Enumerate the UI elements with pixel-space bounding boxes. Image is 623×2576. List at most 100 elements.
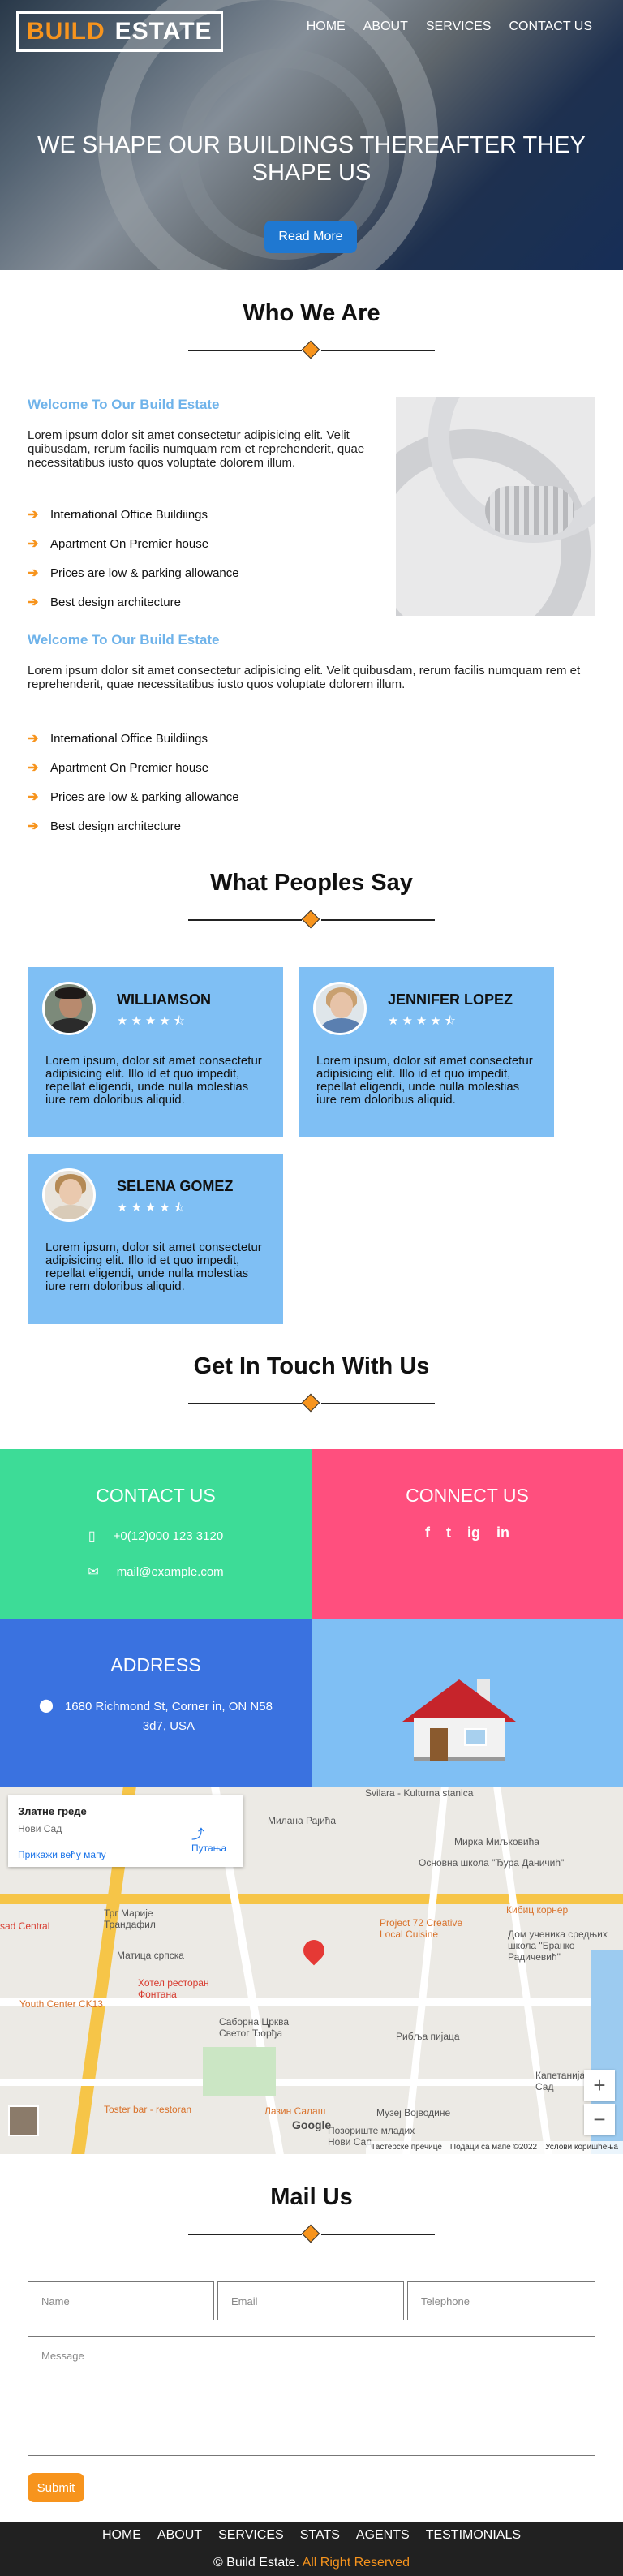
map-label: Музеј Војводине <box>376 2107 451 2118</box>
name-input[interactable] <box>28 2281 214 2320</box>
connect-us-block: CONNECT US f t ig in <box>312 1449 623 1619</box>
contact-us-block: CONTACT US ▯ +0(12)000 123 3120 ✉ mail@e… <box>0 1449 312 1619</box>
list-item: ➔ Apartment On Premier house <box>28 753 239 782</box>
map-park <box>203 2047 276 2096</box>
rating-stars-icon: ★★★★⯪ <box>388 1014 459 1028</box>
divider-diamond-icon <box>301 1393 320 1413</box>
map-label: Project 72 Creative Local Cuisine <box>380 1917 463 1940</box>
feature-label: Best design architecture <box>50 595 181 609</box>
twitter-icon[interactable]: t <box>446 1525 451 1542</box>
avatar <box>42 982 96 1035</box>
testimonial-name: SELENA GOMEZ <box>117 1178 234 1194</box>
map-terms-link[interactable]: Услови коришћења <box>545 2143 618 2152</box>
footer-nav-home[interactable]: HOME <box>102 2528 141 2543</box>
section-divider <box>188 335 435 359</box>
phone-icon: ▯ <box>88 1529 96 1543</box>
map-label: Svilara - Kulturna stanica <box>365 1787 474 1799</box>
avatar-hair <box>55 987 86 999</box>
feature-label: Apartment On Premier house <box>50 760 209 775</box>
map-label: Основна школа "Ђура Даничић" <box>419 1857 565 1869</box>
instagram-icon[interactable]: ig <box>467 1525 480 1542</box>
testimonial-text: Lorem ipsum, dolor sit amet consectetur … <box>316 1054 533 1107</box>
footer-nav-agents[interactable]: AGENTS <box>356 2528 410 2543</box>
map-label: Хотел ресторан Фонтана <box>138 1977 209 2000</box>
map-label: Toster bar - restoran <box>104 2104 192 2115</box>
zoom-in-button[interactable]: + <box>584 2070 615 2101</box>
location-pin-icon: ⬤ <box>39 1699 54 1713</box>
footer-nav-services[interactable]: SERVICES <box>218 2528 284 2543</box>
map-shortcuts-link[interactable]: Тастерске пречице <box>371 2143 442 2152</box>
divider-line-right <box>321 1403 435 1404</box>
testimonial-card: WILLIAMSON ★★★★⯪ Lorem ipsum, dolor sit … <box>28 967 283 1137</box>
avatar-body <box>320 1018 363 1033</box>
map-label: Рибља пијаца <box>396 2031 460 2042</box>
arrow-right-icon: ➔ <box>28 596 39 609</box>
map-label: Мирка Миљковића <box>454 1836 539 1847</box>
map-larger-link[interactable]: Прикажи већу мапу <box>18 1849 106 1860</box>
nav-about[interactable]: ABOUT <box>363 19 408 34</box>
logo-word-build: BUILD <box>27 18 105 45</box>
feature-label: International Office Buildiings <box>50 731 208 746</box>
testimonial-name: JENNIFER LOPEZ <box>388 991 513 1008</box>
logo-word-estate: ESTATE <box>114 18 213 45</box>
image-window <box>485 486 574 535</box>
about-paragraph-2: Lorem ipsum dolor sit amet consectetur a… <box>28 664 581 691</box>
linkedin-icon[interactable]: in <box>496 1525 509 1542</box>
map-road <box>0 1894 623 1904</box>
house-door <box>430 1728 448 1761</box>
map-label: Саборна Црква Светог Ђорђа <box>219 2016 290 2039</box>
section-divider <box>188 905 435 929</box>
about-building-image <box>396 397 595 616</box>
about-paragraph-1: Lorem ipsum dolor sit amet consectetur a… <box>28 428 365 470</box>
arrow-right-icon: ➔ <box>28 819 39 833</box>
footer-nav-stats[interactable]: STATS <box>300 2528 340 2543</box>
list-item: ➔ Apartment On Premier house <box>28 529 239 558</box>
contact-us-title: CONTACT US <box>96 1485 216 1506</box>
map-label: Лазин Салаш <box>264 2105 326 2117</box>
facebook-icon[interactable]: f <box>425 1525 430 1542</box>
feature-list-2: ➔ International Office Buildiings ➔ Apartm… <box>28 724 239 841</box>
who-we-are-heading-block: Who We Are <box>0 300 623 359</box>
main-nav: HOME ABOUT SERVICES CONTACT US <box>307 19 592 34</box>
map-directions-link[interactable]: ⤴ Путања <box>191 1823 226 1854</box>
avatar <box>42 1168 96 1222</box>
directions-label: Путања <box>191 1843 227 1854</box>
feature-label: Best design architecture <box>50 819 181 833</box>
directions-icon: ⤴ <box>191 1828 205 1842</box>
list-item: ➔ Prices are low & parking allowance <box>28 558 239 587</box>
map-road <box>0 2079 623 2086</box>
footer-nav-testimonials[interactable]: TESTIMONIALS <box>426 2528 521 2543</box>
map-label: Кибиц корнер <box>506 1904 569 1916</box>
nav-contact[interactable]: CONTACT US <box>509 19 592 34</box>
email-row[interactable]: ✉ mail@example.com <box>0 1563 312 1580</box>
feature-label: Apartment On Premier house <box>50 536 209 551</box>
list-item: ➔ Best design architecture <box>28 587 239 617</box>
submit-button[interactable]: Submit <box>28 2473 84 2502</box>
message-textarea[interactable] <box>28 2336 595 2456</box>
arrow-right-icon: ➔ <box>28 508 39 522</box>
social-links: f t ig in <box>312 1525 623 1542</box>
google-logo: Google <box>292 2118 332 2131</box>
site-logo[interactable]: BUILD ESTATE <box>16 11 223 52</box>
footer-nav-about[interactable]: ABOUT <box>157 2528 202 2543</box>
map-label: Трг Марије Трандафил <box>104 1907 156 1930</box>
map-place-name: Златне греде <box>18 1805 87 1817</box>
map-label: sad Central <box>0 1920 50 1932</box>
nav-services[interactable]: SERVICES <box>426 19 492 34</box>
map-label: Youth Center CK13 <box>19 1998 103 2010</box>
email-input[interactable] <box>217 2281 404 2320</box>
embedded-map[interactable]: Svilara - Kulturna stanica Милана Рајића… <box>0 1787 623 2154</box>
read-more-button[interactable]: Read More <box>264 221 357 253</box>
map-satellite-toggle[interactable] <box>8 2105 39 2136</box>
zoom-out-button[interactable]: − <box>584 2104 615 2135</box>
map-marker-icon[interactable] <box>299 1935 329 1966</box>
map-attribution: Тастерске пречице Подаци са мапе ©2022 У… <box>366 2141 623 2154</box>
phone-number: +0(12)000 123 3120 <box>113 1529 224 1543</box>
phone-row[interactable]: ▯ +0(12)000 123 3120 <box>0 1528 312 1544</box>
avatar <box>313 982 367 1035</box>
map-label: Дом ученика средњих школа "Бранко Радиче… <box>508 1929 608 1963</box>
telephone-input[interactable] <box>407 2281 595 2320</box>
address-text: 1680 Richmond St, Corner in, ON N58 3d7,… <box>64 1700 273 1733</box>
nav-home[interactable]: HOME <box>307 19 346 34</box>
hero-headline: WE SHAPE OUR BUILDINGS THEREAFTER THEY S… <box>37 132 586 186</box>
